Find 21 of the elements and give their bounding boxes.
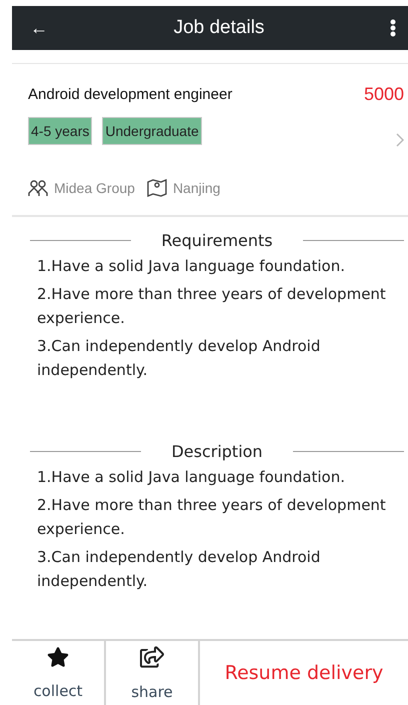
page-title: Job details	[174, 17, 264, 39]
list-item-text: 3.Can independently develop Android independently.	[37, 546, 322, 592]
list-item-text: 1.Have a solid Java language foundation.	[37, 466, 346, 488]
tag: Undergraduate	[102, 117, 202, 146]
company-name: Midea Group	[54, 180, 135, 196]
people-icon	[28, 179, 48, 198]
job-title: Android development engineer	[28, 86, 232, 104]
tag: 4-5 years	[28, 117, 92, 146]
more-icon[interactable]	[390, 19, 396, 37]
salary: 5000	[364, 84, 404, 106]
section-heading: Description	[171, 442, 263, 461]
city-name: Nanjing	[172, 180, 220, 196]
list-item-text: 2.Have more than three years of development experience.	[37, 284, 387, 329]
map-icon	[146, 179, 167, 198]
list-item-text: 1.Have a solid Java language foundation.	[37, 256, 346, 277]
list-item-text: 3.Can independently develop Android independently.	[37, 336, 322, 381]
star-icon	[47, 646, 69, 668]
section-heading: Requirements	[161, 230, 273, 250]
list-item-text: 2.Have more than three years of development experience.	[37, 494, 387, 540]
share-icon	[140, 645, 164, 669]
back-button[interactable]: ←	[30, 18, 48, 38]
